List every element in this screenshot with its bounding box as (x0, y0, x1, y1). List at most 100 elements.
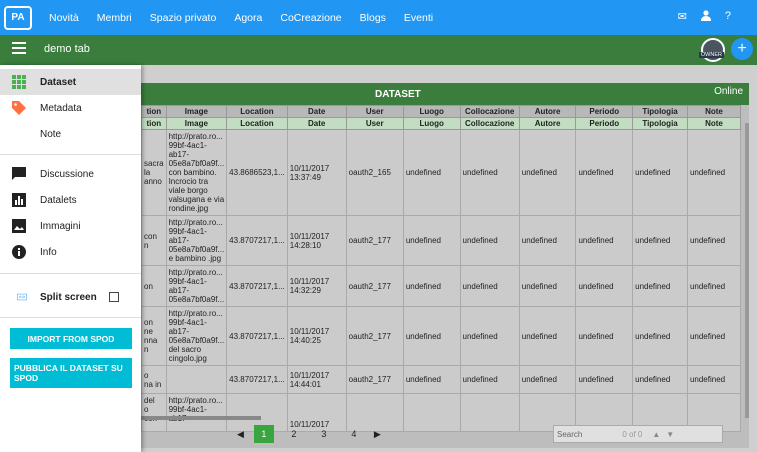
user-icon[interactable] (700, 10, 711, 24)
column-filter[interactable]: Date (286, 117, 347, 130)
drawer-item-datalets[interactable]: Datalets (0, 187, 141, 213)
column-header[interactable]: Location (226, 105, 288, 118)
column-filter[interactable]: Location (226, 117, 288, 130)
side-drawer: Dataset Metadata Note Discussione Datale… (0, 65, 141, 452)
nav-novita[interactable]: Novità (40, 12, 88, 24)
search-input[interactable]: Search 0 of 0 ▲ ▼ (553, 425, 723, 443)
table-row[interactable]: on ne nna n http://prato.ro... 99bf-4ac1… (141, 306, 742, 366)
menu-icon[interactable] (12, 42, 26, 54)
column-filter[interactable]: Periodo (575, 117, 634, 130)
drawer-item-info[interactable]: Info (0, 239, 141, 265)
column-filter[interactable]: tion (141, 117, 167, 130)
main-nav: Novità Membri Spazio privato Agora CoCre… (40, 12, 442, 24)
cell: undefined (518, 265, 577, 307)
column-filter[interactable]: Autore (518, 117, 577, 130)
table-row[interactable]: sacra la anno http://prato.ro... 99bf-4a… (141, 129, 742, 216)
split-screen-checkbox[interactable] (109, 292, 119, 302)
table-row[interactable]: on http://prato.ro... 99bf-4ac1-ab17-05e… (141, 265, 742, 307)
nav-membri[interactable]: Membri (88, 12, 141, 24)
column-filter[interactable]: Collocazione (459, 117, 520, 130)
cell (402, 393, 461, 432)
cell: undefined (632, 265, 688, 307)
split-screen-toggle[interactable]: Split screen (0, 284, 141, 310)
cell: 10/11/2017 14:44:01 (286, 365, 347, 394)
site-logo[interactable]: PA (4, 5, 32, 30)
page-1-button[interactable]: 1 (253, 425, 274, 443)
cell: undefined (632, 306, 688, 366)
cell: undefined (459, 365, 520, 394)
page-4-button[interactable]: 4 (344, 425, 364, 443)
info-icon (11, 244, 27, 260)
drawer-item-metadata[interactable]: Metadata (0, 95, 141, 121)
cell: undefined (459, 129, 520, 216)
cell: undefined (575, 215, 634, 266)
cell: undefined (459, 265, 520, 307)
cell: undefined (402, 265, 461, 307)
cell: undefined (686, 265, 742, 307)
mail-icon[interactable]: ✉ (678, 10, 687, 24)
drawer-item-immagini[interactable]: Immagini (0, 213, 141, 239)
cell: oauth2_177 (345, 365, 404, 394)
tab-title: demo tab (44, 43, 90, 55)
cell: undefined (575, 365, 634, 394)
note-icon (11, 126, 27, 142)
column-filter[interactable]: User (345, 117, 404, 130)
split-screen-label: Split screen (40, 291, 97, 303)
search-prev-icon[interactable]: ▲ (652, 430, 660, 439)
chart-icon (11, 192, 27, 208)
table-row[interactable]: o na in 43.8707217,1... 10/11/2017 14:44… (141, 365, 742, 394)
column-header[interactable]: Image (165, 105, 228, 118)
grid-icon (11, 74, 27, 90)
page-3-button[interactable]: 3 (314, 425, 334, 443)
help-icon[interactable]: ? (725, 10, 731, 24)
column-header[interactable]: Luogo (402, 105, 461, 118)
column-filter[interactable]: Tipologia (632, 117, 688, 130)
cell: o na in (141, 365, 167, 394)
next-page-button[interactable]: ▶ (374, 429, 381, 440)
table-row[interactable]: con n http://prato.ro... 99bf-4ac1-ab17-… (141, 215, 742, 266)
drawer-item-dataset[interactable]: Dataset (0, 69, 141, 95)
vertical-scrollbar[interactable] (745, 123, 749, 418)
import-from-spod-button[interactable]: IMPORT FROM SPOD (10, 328, 132, 349)
panel-title: DATASET (375, 89, 421, 100)
image-icon (11, 218, 27, 234)
cell: http://prato.ro... 99bf-4ac1-ab17- (165, 393, 228, 432)
nav-cocreazione[interactable]: CoCreazione (271, 12, 350, 24)
nav-eventi[interactable]: Eventi (395, 12, 442, 24)
search-next-icon[interactable]: ▼ (666, 430, 674, 439)
owner-badge: OWNER (698, 52, 724, 58)
drawer-item-discussione[interactable]: Discussione (0, 161, 141, 187)
column-header[interactable]: User (345, 105, 404, 118)
publish-dataset-button[interactable]: PUBBLICA IL DATASET SU SPOD (10, 358, 132, 388)
drawer-item-label: Info (40, 246, 57, 258)
avatar[interactable] (701, 38, 725, 62)
cell: oauth2_177 (345, 215, 404, 266)
page-2-button[interactable]: 2 (284, 425, 304, 443)
column-filter[interactable]: Image (165, 117, 228, 130)
add-button[interactable]: + (731, 38, 753, 60)
cell: undefined (518, 306, 577, 366)
column-header[interactable]: tion (141, 105, 167, 118)
column-header[interactable]: Date (286, 105, 347, 118)
cell: 10/11/2017 14:28:10 (286, 215, 347, 266)
dataset-table: tion Image Location Date User Luogo Coll… (141, 105, 742, 432)
column-header[interactable]: Collocazione (459, 105, 520, 118)
nav-spazio-privato[interactable]: Spazio privato (141, 12, 226, 24)
nav-agora[interactable]: Agora (225, 12, 271, 24)
cell: undefined (575, 306, 634, 366)
cell: http://prato.ro... 99bf-4ac1-ab17-05e8a7… (165, 265, 228, 307)
drawer-item-note[interactable]: Note (0, 121, 141, 147)
column-header[interactable]: Note (686, 105, 742, 118)
cell: http://prato.ro... 99bf-4ac1-ab17-05e8a7… (165, 215, 228, 266)
column-filter[interactable]: Note (686, 117, 742, 130)
cell: 43.8707217,1... (226, 215, 288, 266)
cell: on ne nna n (141, 306, 167, 366)
column-header[interactable]: Tipologia (632, 105, 688, 118)
prev-page-button[interactable]: ◀ (237, 429, 244, 440)
column-header[interactable]: Periodo (575, 105, 634, 118)
divider (0, 317, 141, 318)
horizontal-scrollbar[interactable] (141, 416, 261, 420)
column-header[interactable]: Autore (518, 105, 577, 118)
nav-blogs[interactable]: Blogs (351, 12, 395, 24)
column-filter[interactable]: Luogo (402, 117, 461, 130)
